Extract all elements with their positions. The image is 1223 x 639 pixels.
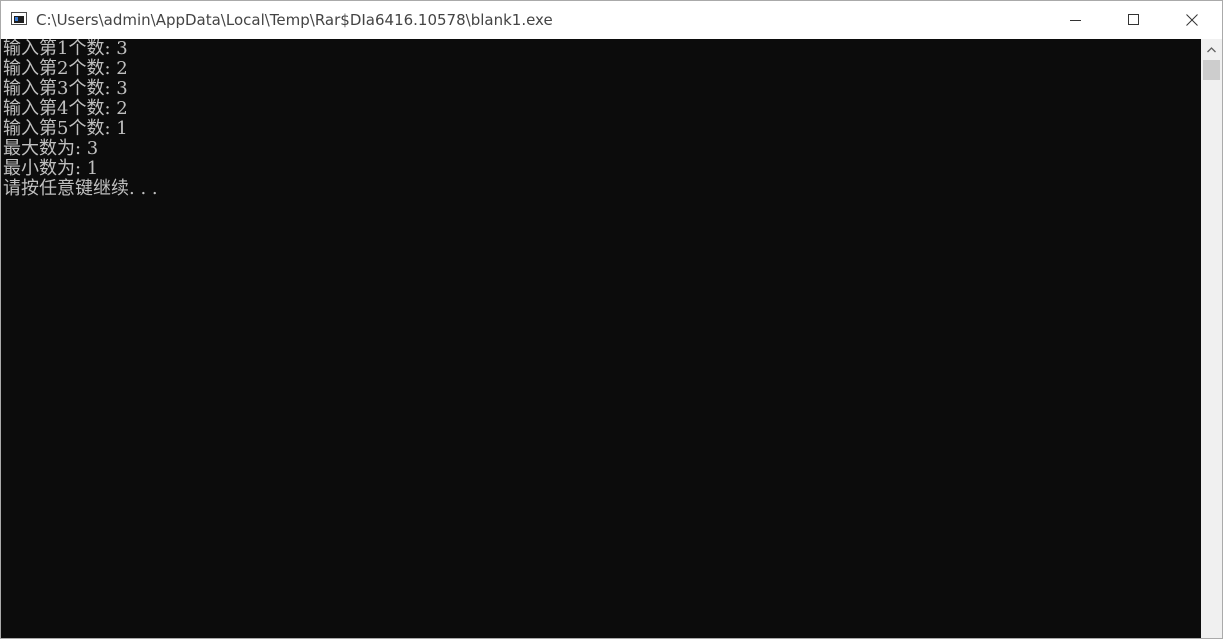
minimize-button[interactable] [1047, 1, 1105, 38]
console-line: 输入第3个数: 3 [3, 78, 128, 99]
title-bar[interactable]: C:\Users\admin\AppData\Local\Temp\Rar$DI… [1, 1, 1222, 38]
maximize-button[interactable] [1105, 1, 1163, 38]
console-line: 最小数为: 1 [3, 158, 99, 179]
scroll-thumb[interactable] [1203, 60, 1220, 80]
console-lines: 输入第1个数: 3 输入第2个数: 2 输入第3个数: 3 输入第4个数: 2 输入第5… [3, 39, 158, 199]
console-app-icon[interactable] [11, 12, 27, 25]
console-line: 请按任意键继续. . . [3, 178, 158, 199]
close-button[interactable] [1163, 1, 1221, 38]
console-line: 输入第4个数: 2 [3, 98, 128, 119]
console-line: 输入第5个数: 1 [3, 118, 128, 139]
window-title: C:\Users\admin\AppData\Local\Temp\Rar$DI… [36, 11, 553, 29]
chevron-up-icon [1207, 46, 1216, 52]
console-line: 输入第2个数: 2 [3, 58, 128, 79]
console-output-area[interactable]: 输入第1个数: 3 输入第2个数: 2 输入第3个数: 3 输入第4个数: 2 输入第5… [1, 39, 1201, 638]
console-window: C:\Users\admin\AppData\Local\Temp\Rar$DI… [0, 0, 1223, 639]
maximize-icon [1128, 13, 1139, 25]
console-line: 最大数为: 3 [3, 138, 99, 159]
close-icon [1186, 13, 1198, 26]
console-line: 输入第1个数: 3 [3, 39, 128, 59]
minimize-icon [1070, 19, 1081, 21]
vertical-scrollbar[interactable] [1201, 39, 1222, 638]
scroll-up-button[interactable] [1201, 41, 1222, 58]
